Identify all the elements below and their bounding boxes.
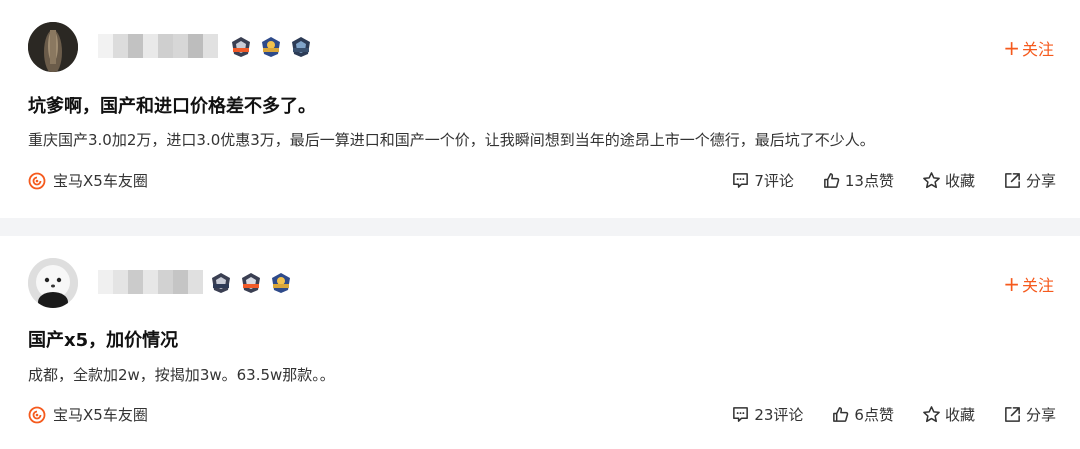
thumbs-up-icon [823, 173, 840, 188]
share-button[interactable]: 分享 [1003, 404, 1056, 425]
badge-icon [212, 273, 230, 293]
badge-icon [272, 273, 290, 293]
comment-count: 23评论 [754, 406, 804, 424]
comment-icon [733, 173, 749, 188]
comment-button[interactable]: 23评论 [731, 404, 803, 425]
badge-icon [292, 37, 310, 57]
favorite-label: 收藏 [944, 406, 975, 424]
post-title[interactable]: 国产x5，加价情况 [28, 326, 178, 352]
share-label: 分享 [1025, 172, 1056, 190]
plus-icon: + [1003, 272, 1020, 296]
circle-logo-icon [28, 172, 46, 189]
like-count: 13点赞 [844, 172, 894, 190]
post-content[interactable]: 重庆国产3.0加2万，进口3.0优惠3万，最后一算进口和国产一个价，让我瞬间想到… [28, 129, 875, 150]
post-separator [0, 218, 1080, 236]
follow-button[interactable]: + 关注 [1003, 272, 1054, 296]
star-icon [923, 406, 940, 423]
circle-name: 宝马X5车友圈 [53, 172, 148, 190]
circle-name: 宝马X5车友圈 [53, 406, 148, 424]
username-blurred[interactable] [98, 270, 203, 294]
like-button[interactable]: 6点赞 [831, 404, 894, 425]
post-card[interactable]: + 关注 坑爹啊，国产和进口价格差不多了。 重庆国产3.0加2万，进口3.0优惠… [0, 0, 1080, 218]
circle-logo-icon [28, 406, 46, 423]
avatar[interactable] [28, 22, 78, 72]
follow-label: 关注 [1021, 40, 1054, 59]
post-card[interactable]: + 关注 国产x5，加价情况 成都，全款加2w，按揭加3w。63.5w那款。。 … [0, 236, 1080, 449]
badge-icon [232, 37, 250, 57]
post-title[interactable]: 坑爹啊，国产和进口价格差不多了。 [28, 92, 316, 118]
circle-link[interactable]: 宝马X5车友圈 [28, 170, 148, 191]
favorite-button[interactable]: 收藏 [922, 404, 975, 425]
plus-icon: + [1003, 36, 1020, 60]
favorite-label: 收藏 [944, 172, 975, 190]
comment-count: 7评论 [754, 172, 794, 190]
star-icon [923, 172, 940, 189]
circle-link[interactable]: 宝马X5车友圈 [28, 404, 148, 425]
share-label: 分享 [1025, 406, 1056, 424]
badge-icon [262, 37, 280, 57]
like-count: 6点赞 [854, 406, 894, 424]
like-button[interactable]: 13点赞 [822, 170, 894, 191]
username-blurred[interactable] [98, 34, 218, 58]
comment-button[interactable]: 7评论 [731, 170, 794, 191]
share-button[interactable]: 分享 [1003, 170, 1056, 191]
avatar[interactable] [28, 258, 78, 308]
post-content[interactable]: 成都，全款加2w，按揭加3w。63.5w那款。。 [28, 364, 335, 385]
comment-icon [733, 407, 749, 422]
share-icon [1005, 173, 1020, 188]
follow-label: 关注 [1021, 276, 1054, 295]
follow-button[interactable]: + 关注 [1003, 36, 1054, 60]
badge-icon [242, 273, 260, 293]
favorite-button[interactable]: 收藏 [922, 170, 975, 191]
share-icon [1005, 407, 1020, 422]
thumbs-up-icon [833, 407, 849, 422]
